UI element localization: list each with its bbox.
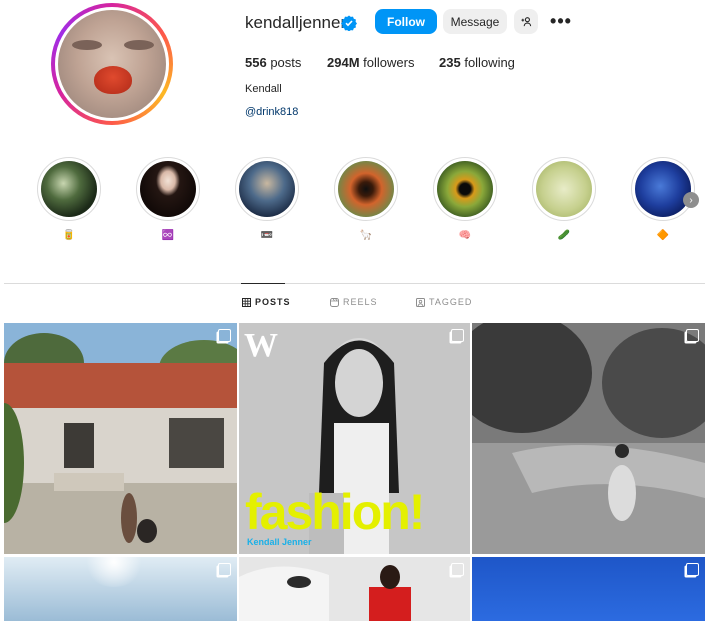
tab-tagged[interactable]: TAGGED	[416, 297, 472, 307]
tagged-icon	[416, 297, 425, 307]
posts-count-label: posts	[270, 55, 302, 70]
highlight-image	[536, 161, 592, 217]
highlight-label: 🥫	[62, 230, 76, 241]
post-thumbnail[interactable]	[4, 323, 237, 554]
follow-button[interactable]: Follow	[375, 9, 437, 34]
highlight-item[interactable]: 🦙	[334, 157, 398, 241]
tab-tagged-label: TAGGED	[429, 297, 473, 307]
posts-count: 556 posts	[245, 55, 301, 70]
following-count-value: 235	[439, 55, 461, 70]
highlight-cover	[334, 157, 398, 221]
avatar-eye-left	[72, 40, 102, 50]
highlight-item[interactable]: ♾️	[136, 157, 200, 241]
highlight-label: ♾️	[161, 230, 175, 241]
tab-reels-label: REELS	[343, 297, 378, 307]
post-thumbnail[interactable]	[239, 557, 470, 621]
ellipsis-icon: •••	[550, 10, 572, 31]
more-options-button[interactable]: •••	[550, 10, 572, 32]
tab-reels[interactable]: REELS	[330, 297, 378, 307]
post-image	[472, 323, 705, 554]
chevron-right-icon: ›	[689, 194, 693, 206]
highlight-cover	[235, 157, 299, 221]
highlight-item[interactable]: 📼	[235, 157, 299, 241]
highlight-item[interactable]: 🥫	[37, 157, 101, 241]
highlight-cover	[532, 157, 596, 221]
magazine-masthead: W	[244, 327, 278, 364]
highlight-image	[41, 161, 97, 217]
multiple-images-icon	[218, 563, 231, 576]
magazine-headline: fashion!	[245, 484, 425, 540]
followers-count-label: followers	[363, 55, 415, 70]
multiple-images-icon	[686, 329, 699, 342]
highlight-label: 🦙	[359, 230, 373, 241]
highlight-cover	[433, 157, 497, 221]
post-image	[4, 323, 237, 554]
following-count-label: following	[464, 55, 515, 70]
post-thumbnail[interactable]	[4, 557, 237, 621]
multiple-images-icon	[218, 329, 231, 342]
highlight-label: 🔶	[656, 230, 670, 241]
highlight-image	[635, 161, 691, 217]
highlight-item[interactable]: 🔶	[631, 157, 695, 241]
post-image	[84, 557, 144, 587]
reels-icon	[330, 297, 339, 307]
highlight-cover	[631, 157, 695, 221]
posts-count-value: 556	[245, 55, 267, 70]
multiple-images-icon	[686, 563, 699, 576]
highlight-cover	[136, 157, 200, 221]
avatar-lips	[94, 66, 132, 94]
profile-username: kendalljenner	[245, 13, 347, 32]
multiple-images-icon	[451, 329, 464, 342]
highlight-label: 🥒	[557, 230, 571, 241]
suggested-users-button[interactable]	[514, 9, 538, 34]
highlight-item[interactable]: 🥒	[532, 157, 596, 241]
highlight-image	[140, 161, 196, 217]
post-image	[239, 557, 470, 621]
followers-count-value: 294M	[327, 55, 360, 70]
post-thumbnail[interactable]	[472, 323, 705, 554]
tab-posts-label: POSTS	[255, 297, 291, 307]
highlight-image	[338, 161, 394, 217]
avatar[interactable]	[58, 10, 166, 118]
highlights-next-button[interactable]: ›	[683, 192, 699, 208]
tab-active-indicator	[241, 283, 285, 284]
tab-divider	[4, 283, 705, 284]
verified-badge-icon	[341, 15, 357, 31]
highlight-label: 📼	[260, 230, 274, 241]
followers-count[interactable]: 294M followers	[327, 55, 414, 70]
following-count[interactable]: 235 following	[439, 55, 515, 70]
grid-icon	[242, 297, 251, 307]
post-thumbnail[interactable]: W fashion! Kendall Jenner	[239, 323, 470, 554]
magazine-name: Kendall Jenner	[247, 537, 312, 547]
highlight-cover	[37, 157, 101, 221]
highlight-image	[437, 161, 493, 217]
post-thumbnail[interactable]	[472, 557, 705, 621]
avatar-eye-right	[124, 40, 154, 50]
bio-link[interactable]: @drink818	[245, 106, 298, 118]
highlight-image	[239, 161, 295, 217]
highlight-label: 🧠	[458, 230, 472, 241]
add-person-icon	[520, 17, 531, 27]
highlight-item[interactable]: 🧠	[433, 157, 497, 241]
multiple-images-icon	[451, 563, 464, 576]
profile-full-name: Kendall	[245, 83, 282, 95]
message-button[interactable]: Message	[443, 9, 507, 34]
tab-posts[interactable]: POSTS	[242, 297, 291, 307]
